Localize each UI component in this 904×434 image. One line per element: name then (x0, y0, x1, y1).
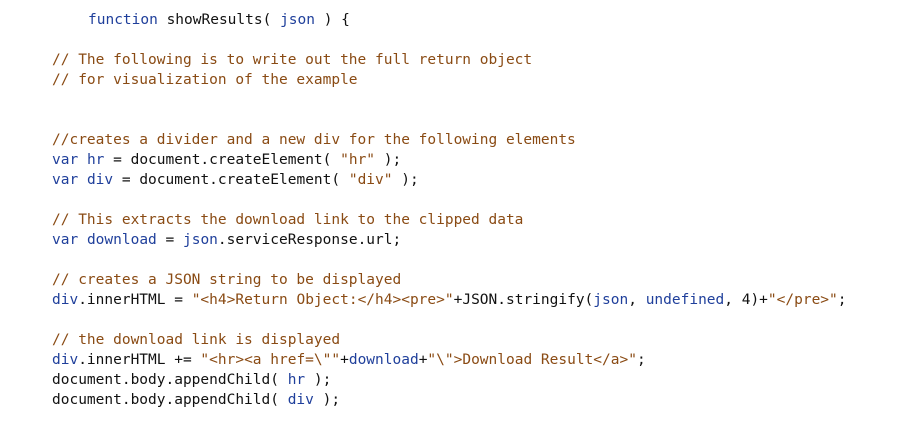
code-line-comment: // for visualization of the example (52, 70, 358, 90)
string-token: "hr" (340, 152, 376, 168)
code-token: + (340, 352, 349, 368)
code-token: .innerHTML = (78, 292, 192, 308)
code-token: ; (636, 352, 646, 368)
code-token: = document.createElement( (104, 152, 341, 168)
code-line-innerhtml-assign: div.innerHTML = "<h4>Return Object:</h4>… (52, 290, 847, 310)
code-token: document.body.appendChild( (52, 372, 288, 388)
code-token: +JSON.stringify( (453, 292, 594, 308)
identifier-token: download (348, 352, 419, 368)
identifier-token: json (280, 12, 315, 28)
code-token: ; (837, 292, 847, 308)
identifier-token: json (593, 292, 629, 308)
comment-token: // for visualization of the example (52, 72, 358, 88)
code-token: , (628, 292, 646, 308)
code-token: , 4)+ (724, 292, 768, 308)
code-line-append-hr: document.body.appendChild( hr ); (52, 370, 331, 390)
code-editor-view: function showResults( json ) { // The fo… (0, 0, 904, 434)
keyword-token: var (52, 172, 79, 188)
identifier-token: div (52, 292, 79, 308)
code-token: .serviceResponse.url; (217, 232, 402, 248)
code-line-comment: // The following is to write out the ful… (52, 50, 532, 70)
identifier-token: json (182, 232, 218, 248)
code-line-var-download: var download = json.serviceResponse.url; (52, 230, 401, 250)
string-token: "<hr><a href=\"" (200, 352, 341, 368)
comment-token: // creates a JSON string to be displayed (52, 272, 402, 288)
code-line-var-hr: var hr = document.createElement( "hr" ); (52, 150, 401, 170)
code-line-append-div: document.body.appendChild( div ); (52, 390, 340, 410)
code-line-var-div: var div = document.createElement( "div" … (52, 170, 419, 190)
identifier-token: download (86, 232, 157, 248)
comment-token: // This extracts the download link to th… (52, 212, 524, 228)
keyword-token: var (52, 152, 79, 168)
string-token: "</pre>" (767, 292, 838, 308)
code-token: = (156, 232, 183, 248)
comment-token: // the download link is displayed (52, 332, 341, 348)
code-token: ); (313, 392, 341, 408)
identifier-token: div (86, 172, 114, 188)
keyword-token: var (52, 232, 79, 248)
code-line-comment: // This extracts the download link to th… (52, 210, 523, 230)
code-token: ); (305, 372, 332, 388)
code-line-comment: // creates a JSON string to be displayed (52, 270, 401, 290)
code-token: document.body.appendChild( (52, 392, 288, 408)
keyword-token: function (88, 12, 158, 28)
code-token: ); (375, 152, 402, 168)
identifier-token: div (52, 352, 79, 368)
identifier-token: hr (287, 372, 306, 388)
code-token: .innerHTML += (78, 352, 201, 368)
code-token: = document.createElement( (113, 172, 349, 188)
code-line-function-signature: function showResults( json ) { (88, 10, 350, 30)
code-token: ); (392, 172, 419, 188)
identifier-token: undefined (645, 292, 725, 308)
string-token: "<h4>Return Object:</h4><pre>" (191, 292, 454, 308)
code-token: showResults( (157, 12, 281, 28)
code-token: ) { (314, 12, 350, 28)
code-line-comment: //creates a divider and a new div for th… (52, 130, 576, 150)
identifier-token: hr (86, 152, 105, 168)
comment-token: //creates a divider and a new div for th… (52, 132, 576, 148)
string-token: "div" (348, 172, 393, 188)
comment-token: // The following is to write out the ful… (52, 52, 533, 68)
string-token: "\">Download Result</a>" (427, 352, 637, 368)
code-line-innerhtml-append: div.innerHTML += "<hr><a href=\""+downlo… (52, 350, 646, 370)
identifier-token: div (287, 392, 314, 408)
code-line-comment: // the download link is displayed (52, 330, 340, 350)
